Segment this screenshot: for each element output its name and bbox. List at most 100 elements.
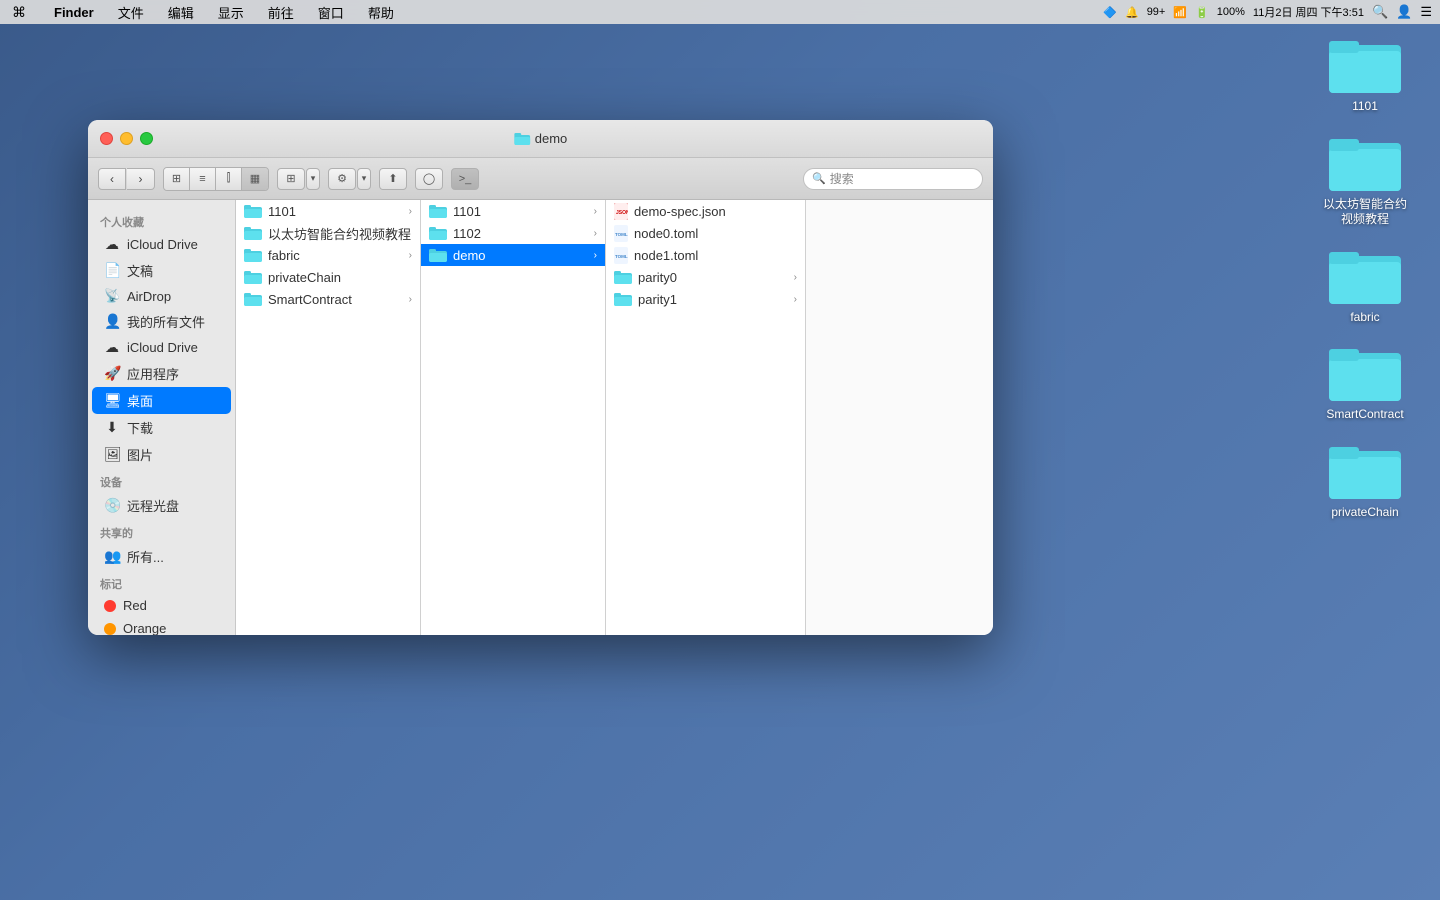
column-view-button[interactable]: ⫿ bbox=[216, 168, 242, 190]
apple-menu[interactable]: ⌘ bbox=[8, 4, 30, 21]
gallery-view-button[interactable]: ▦ bbox=[242, 168, 268, 190]
search-area[interactable]: 🔍 搜索 bbox=[803, 168, 983, 190]
sidebar-item-apps[interactable]: 🚀 应用程序 bbox=[92, 360, 231, 387]
list-view-button[interactable]: ≡ bbox=[190, 168, 216, 190]
sidebar-item-wenxian[interactable]: 📄 文稿 bbox=[92, 257, 231, 284]
minimize-button[interactable] bbox=[120, 132, 133, 145]
menubar-finder[interactable]: Finder bbox=[50, 5, 98, 20]
section-label-favorites: 个人收藏 bbox=[88, 208, 235, 232]
sidebar-item-tag-orange[interactable]: Orange bbox=[92, 617, 231, 635]
json-file-icon: JSON bbox=[614, 203, 628, 220]
folder-icon bbox=[244, 270, 262, 285]
folder-icon bbox=[244, 292, 262, 307]
downloads-icon: ⬇ bbox=[104, 419, 120, 436]
path-button[interactable]: >_ bbox=[451, 168, 479, 190]
title-bar: demo bbox=[88, 120, 993, 158]
menubar-file[interactable]: 文件 bbox=[114, 3, 148, 22]
col1-item-yitaifang[interactable]: 以太坊智能合约视频教程 bbox=[236, 222, 420, 244]
desktop-icons: 1101 以太坊智能合约视频教程 fabric SmartContract bbox=[1320, 35, 1410, 521]
desktop-icon-yitaifang[interactable]: 以太坊智能合约视频教程 bbox=[1320, 133, 1410, 228]
folder-icon-privatechain bbox=[1329, 441, 1401, 501]
icon-view-button[interactable]: ⊞ bbox=[164, 168, 190, 190]
sidebar-label-shared-all: 所有... bbox=[127, 547, 164, 566]
menubar-help[interactable]: 帮助 bbox=[364, 3, 398, 22]
chevron-icon: › bbox=[594, 206, 597, 217]
battery-icon[interactable]: 🔋 bbox=[1195, 6, 1209, 19]
col3-item-demo-spec[interactable]: JSON demo-spec.json bbox=[606, 200, 805, 222]
menubar-window[interactable]: 窗口 bbox=[314, 3, 348, 22]
share-button[interactable]: ⬆ bbox=[379, 168, 407, 190]
chevron-icon: › bbox=[794, 294, 797, 305]
finder-window: demo ‹ › ⊞ ≡ ⫿ ▦ ⊞ ▾ ⚙ ▾ ⬆ ◯ >_ bbox=[88, 120, 993, 635]
col2-item-1102[interactable]: 1102 › bbox=[421, 222, 605, 244]
view-options-button[interactable]: ⊞ bbox=[277, 168, 305, 190]
sidebar-item-tag-red[interactable]: Red bbox=[92, 594, 231, 617]
col3-item-parity0[interactable]: parity0 › bbox=[606, 266, 805, 288]
col3-item-parity1[interactable]: parity1 › bbox=[606, 288, 805, 310]
col1-item-fabric[interactable]: fabric › bbox=[236, 244, 420, 266]
chevron-icon: › bbox=[794, 272, 797, 283]
action-button[interactable]: ⚙ bbox=[328, 168, 356, 190]
section-label-tags: 标记 bbox=[88, 570, 235, 594]
airdrop-icon: 📡 bbox=[104, 288, 120, 304]
desktop-icon-1101[interactable]: 1101 bbox=[1320, 35, 1410, 115]
shared-icon: 👥 bbox=[104, 548, 120, 565]
section-label-shared: 共享的 bbox=[88, 519, 235, 543]
menubar: ⌘ Finder 文件 编辑 显示 前往 窗口 帮助 🔷 🔔 99+ 📶 🔋 1… bbox=[0, 0, 1440, 24]
sidebar-item-photos[interactable]: 🖼 图片 bbox=[92, 441, 231, 468]
folder-icon bbox=[429, 204, 447, 219]
sidebar-item-downloads[interactable]: ⬇ 下载 bbox=[92, 414, 231, 441]
notification-icon[interactable]: 🔔 bbox=[1125, 6, 1139, 19]
user-icon[interactable]: 👤 bbox=[1396, 4, 1412, 20]
bluetooth-icon[interactable]: 🔷 bbox=[1103, 6, 1117, 19]
sidebar-label-photos: 图片 bbox=[127, 445, 153, 464]
action-arrow[interactable]: ▾ bbox=[357, 168, 371, 190]
action-group: ⚙ ▾ bbox=[328, 168, 371, 190]
chevron-icon: › bbox=[409, 206, 412, 217]
tag-button[interactable]: ◯ bbox=[415, 168, 443, 190]
photos-icon: 🖼 bbox=[104, 446, 120, 463]
desktop-icon-privatechain[interactable]: privateChain bbox=[1320, 441, 1410, 521]
col2-label-demo: demo bbox=[453, 248, 486, 263]
folder-icon bbox=[244, 226, 262, 241]
wifi-icon[interactable]: 📶 bbox=[1173, 6, 1187, 19]
view-buttons: ⊞ ≡ ⫿ ▦ bbox=[163, 167, 269, 191]
col1-label-1101: 1101 bbox=[268, 204, 296, 219]
icloud-icon: ☁ bbox=[104, 236, 120, 253]
sidebar-item-remote-disk[interactable]: 💿 远程光盘 bbox=[92, 492, 231, 519]
menubar-go[interactable]: 前往 bbox=[264, 3, 298, 22]
search-icon[interactable]: 🔍 bbox=[1372, 4, 1388, 20]
col1-item-1101[interactable]: 1101 › bbox=[236, 200, 420, 222]
view-options-arrow[interactable]: ▾ bbox=[306, 168, 320, 190]
view-options-group: ⊞ ▾ bbox=[277, 168, 320, 190]
column-2: 1101 › 1102 › bbox=[421, 200, 606, 635]
control-icon[interactable]: ☰ bbox=[1420, 4, 1432, 20]
desktop-icon-smartcontract[interactable]: SmartContract bbox=[1320, 343, 1410, 423]
close-button[interactable] bbox=[100, 132, 113, 145]
maximize-button[interactable] bbox=[140, 132, 153, 145]
col1-item-privatechain[interactable]: privateChain bbox=[236, 266, 420, 288]
desktop-label-1101: 1101 bbox=[1352, 99, 1378, 115]
sidebar-item-icloud-drive-fav[interactable]: ☁ iCloud Drive bbox=[92, 232, 231, 257]
col3-item-node1-toml[interactable]: TOML node1.toml bbox=[606, 244, 805, 266]
sidebar-item-desktop[interactable]: 🖥 桌面 bbox=[92, 387, 231, 414]
desktop-label-yitaifang: 以太坊智能合约视频教程 bbox=[1320, 197, 1410, 228]
svg-text:JSON: JSON bbox=[616, 210, 628, 216]
menubar-edit[interactable]: 编辑 bbox=[164, 3, 198, 22]
sidebar-item-icloud-drive[interactable]: ☁ iCloud Drive bbox=[92, 335, 231, 360]
chevron-icon: › bbox=[594, 228, 597, 239]
menubar-view[interactable]: 显示 bbox=[214, 3, 248, 22]
folder-icon bbox=[614, 292, 632, 307]
desktop-icon-fabric[interactable]: fabric bbox=[1320, 246, 1410, 326]
col3-label-parity1: parity1 bbox=[638, 292, 677, 307]
sidebar-label-desktop: 桌面 bbox=[127, 391, 153, 410]
sidebar-item-shared-all[interactable]: 👥 所有... bbox=[92, 543, 231, 570]
forward-button[interactable]: › bbox=[127, 168, 155, 190]
col2-item-1101[interactable]: 1101 › bbox=[421, 200, 605, 222]
col3-item-node0-toml[interactable]: TOML node0.toml bbox=[606, 222, 805, 244]
sidebar-item-airdrop[interactable]: 📡 AirDrop bbox=[92, 284, 231, 308]
back-button[interactable]: ‹ bbox=[98, 168, 126, 190]
sidebar-item-all-files[interactable]: 👤 我的所有文件 bbox=[92, 308, 231, 335]
col2-item-demo[interactable]: demo › bbox=[421, 244, 605, 266]
col1-item-smartcontract[interactable]: SmartContract › bbox=[236, 288, 420, 310]
